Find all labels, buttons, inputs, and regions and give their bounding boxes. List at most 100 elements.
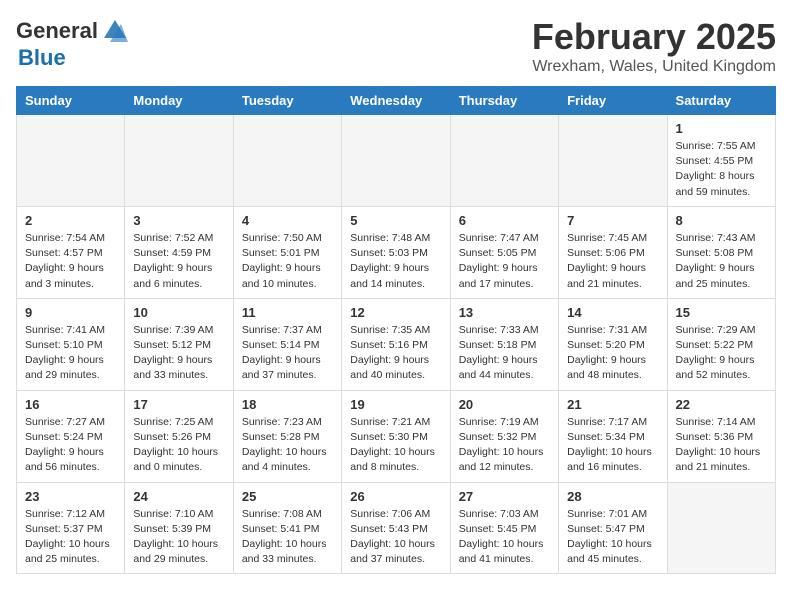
- day-info: Sunrise: 7:41 AM Sunset: 5:10 PM Dayligh…: [25, 323, 116, 384]
- day-info: Sunrise: 7:14 AM Sunset: 5:36 PM Dayligh…: [676, 415, 767, 476]
- day-number: 6: [459, 213, 550, 228]
- day-number: 7: [567, 213, 658, 228]
- day-number: 15: [676, 305, 767, 320]
- calendar-cell: 17Sunrise: 7:25 AM Sunset: 5:26 PM Dayli…: [125, 390, 233, 482]
- logo-general: General: [16, 19, 98, 43]
- calendar-week-row: 23 Sunrise: 7:12 AM Sunset: 5:37 PM Dayli…: [17, 482, 776, 574]
- day-number: 12: [350, 305, 441, 320]
- title-block: February 2025 Wrexham, Wales, United Kin…: [532, 16, 776, 76]
- calendar-week-row: 16 Sunrise: 7:27 AM Sunset: 5:24 PM Dayli…: [17, 390, 776, 482]
- calendar-cell: 23 Sunrise: 7:12 AM Sunset: 5:37 PM Dayli…: [17, 482, 125, 574]
- calendar-cell: [17, 115, 125, 207]
- calendar-cell: 27 Sunrise: 7:03 AM Sunset: 5:45 PM Dayli…: [450, 482, 558, 574]
- calendar-day-header: Friday: [559, 87, 667, 115]
- calendar-cell: 25 Sunrise: 7:08 AM Sunset: 5:41 PM Dayli…: [233, 482, 341, 574]
- calendar-cell: 7 Sunrise: 7:45 AM Sunset: 5:06 PM Daylig…: [559, 206, 667, 298]
- day-number: 21: [567, 397, 658, 412]
- day-info: Sunrise: 7:47 AM Sunset: 5:05 PM Dayligh…: [459, 231, 550, 292]
- calendar-cell: 12 Sunrise: 7:35 AM Sunset: 5:16 PM Dayli…: [342, 298, 450, 390]
- day-number: 8: [676, 213, 767, 228]
- day-number: 16: [25, 397, 116, 412]
- day-info: Sunrise: 7:55 AM Sunset: 4:55 PM Dayligh…: [676, 139, 767, 200]
- calendar-cell: 5 Sunrise: 7:48 AM Sunset: 5:03 PM Daylig…: [342, 206, 450, 298]
- day-number: 24: [133, 489, 224, 504]
- calendar-cell: 26 Sunrise: 7:06 AM Sunset: 5:43 PM Dayli…: [342, 482, 450, 574]
- calendar-cell: 28Sunrise: 7:01 AM Sunset: 5:47 PM Dayli…: [559, 482, 667, 574]
- calendar-cell: 21 Sunrise: 7:17 AM Sunset: 5:34 PM Dayli…: [559, 390, 667, 482]
- calendar-week-row: 1 Sunrise: 7:55 AM Sunset: 4:55 PM Daylig…: [17, 115, 776, 207]
- day-number: 23: [25, 489, 116, 504]
- day-info: Sunrise: 7:21 AM Sunset: 5:30 PM Dayligh…: [350, 415, 441, 476]
- day-info: Sunrise: 7:23 AM Sunset: 5:28 PM Dayligh…: [242, 415, 333, 476]
- day-info: Sunrise: 7:45 AM Sunset: 5:06 PM Dayligh…: [567, 231, 658, 292]
- calendar-cell: 15 Sunrise: 7:29 AM Sunset: 5:22 PM Dayli…: [667, 298, 775, 390]
- day-info: Sunrise: 7:27 AM Sunset: 5:24 PM Dayligh…: [25, 415, 116, 476]
- day-number: 22: [676, 397, 767, 412]
- day-info: Sunrise: 7:33 AM Sunset: 5:18 PM Dayligh…: [459, 323, 550, 384]
- calendar-week-row: 9Sunrise: 7:41 AM Sunset: 5:10 PM Daylig…: [17, 298, 776, 390]
- calendar-cell: 22 Sunrise: 7:14 AM Sunset: 5:36 PM Dayli…: [667, 390, 775, 482]
- day-info: Sunrise: 7:48 AM Sunset: 5:03 PM Dayligh…: [350, 231, 441, 292]
- day-info: Sunrise: 7:12 AM Sunset: 5:37 PM Dayligh…: [25, 507, 116, 568]
- calendar-cell: 14Sunrise: 7:31 AM Sunset: 5:20 PM Dayli…: [559, 298, 667, 390]
- month-title: February 2025: [532, 16, 776, 58]
- location: Wrexham, Wales, United Kingdom: [532, 58, 776, 76]
- calendar-cell: [559, 115, 667, 207]
- day-number: 18: [242, 397, 333, 412]
- calendar-cell: 4 Sunrise: 7:50 AM Sunset: 5:01 PM Daylig…: [233, 206, 341, 298]
- day-number: 4: [242, 213, 333, 228]
- calendar-week-row: 2Sunrise: 7:54 AM Sunset: 4:57 PM Daylig…: [17, 206, 776, 298]
- day-info: Sunrise: 7:50 AM Sunset: 5:01 PM Dayligh…: [242, 231, 333, 292]
- day-number: 20: [459, 397, 550, 412]
- calendar: SundayMondayTuesdayWednesdayThursdayFrid…: [16, 86, 776, 574]
- calendar-cell: 19 Sunrise: 7:21 AM Sunset: 5:30 PM Dayli…: [342, 390, 450, 482]
- day-number: 2: [25, 213, 116, 228]
- day-number: 10: [133, 305, 224, 320]
- calendar-day-header: Monday: [125, 87, 233, 115]
- day-number: 13: [459, 305, 550, 320]
- day-info: Sunrise: 7:19 AM Sunset: 5:32 PM Dayligh…: [459, 415, 550, 476]
- page-header: General Blue February 2025 Wrexham, Wale…: [16, 16, 776, 76]
- calendar-cell: 2Sunrise: 7:54 AM Sunset: 4:57 PM Daylig…: [17, 206, 125, 298]
- day-number: 26: [350, 489, 441, 504]
- calendar-cell: [342, 115, 450, 207]
- day-number: 19: [350, 397, 441, 412]
- calendar-cell: 8 Sunrise: 7:43 AM Sunset: 5:08 PM Daylig…: [667, 206, 775, 298]
- calendar-cell: 10 Sunrise: 7:39 AM Sunset: 5:12 PM Dayli…: [125, 298, 233, 390]
- calendar-cell: [667, 482, 775, 574]
- day-info: Sunrise: 7:08 AM Sunset: 5:41 PM Dayligh…: [242, 507, 333, 568]
- day-info: Sunrise: 7:35 AM Sunset: 5:16 PM Dayligh…: [350, 323, 441, 384]
- day-info: Sunrise: 7:39 AM Sunset: 5:12 PM Dayligh…: [133, 323, 224, 384]
- day-number: 5: [350, 213, 441, 228]
- calendar-cell: 18 Sunrise: 7:23 AM Sunset: 5:28 PM Dayli…: [233, 390, 341, 482]
- day-number: 3: [133, 213, 224, 228]
- calendar-day-header: Wednesday: [342, 87, 450, 115]
- day-number: 27: [459, 489, 550, 504]
- day-info: Sunrise: 7:43 AM Sunset: 5:08 PM Dayligh…: [676, 231, 767, 292]
- day-info: Sunrise: 7:03 AM Sunset: 5:45 PM Dayligh…: [459, 507, 550, 568]
- day-info: Sunrise: 7:29 AM Sunset: 5:22 PM Dayligh…: [676, 323, 767, 384]
- day-info: Sunrise: 7:10 AM Sunset: 5:39 PM Dayligh…: [133, 507, 224, 568]
- calendar-cell: 6 Sunrise: 7:47 AM Sunset: 5:05 PM Daylig…: [450, 206, 558, 298]
- calendar-day-header: Sunday: [17, 87, 125, 115]
- day-info: Sunrise: 7:37 AM Sunset: 5:14 PM Dayligh…: [242, 323, 333, 384]
- calendar-cell: 16 Sunrise: 7:27 AM Sunset: 5:24 PM Dayli…: [17, 390, 125, 482]
- calendar-cell: [125, 115, 233, 207]
- calendar-cell: [450, 115, 558, 207]
- day-number: 1: [676, 121, 767, 136]
- calendar-day-header: Thursday: [450, 87, 558, 115]
- logo: General Blue: [16, 16, 130, 70]
- calendar-cell: 3Sunrise: 7:52 AM Sunset: 4:59 PM Daylig…: [125, 206, 233, 298]
- logo-icon: [100, 16, 130, 46]
- calendar-cell: 1 Sunrise: 7:55 AM Sunset: 4:55 PM Daylig…: [667, 115, 775, 207]
- day-number: 11: [242, 305, 333, 320]
- day-info: Sunrise: 7:06 AM Sunset: 5:43 PM Dayligh…: [350, 507, 441, 568]
- calendar-cell: 24 Sunrise: 7:10 AM Sunset: 5:39 PM Dayli…: [125, 482, 233, 574]
- calendar-day-header: Tuesday: [233, 87, 341, 115]
- day-info: Sunrise: 7:17 AM Sunset: 5:34 PM Dayligh…: [567, 415, 658, 476]
- calendar-header-row: SundayMondayTuesdayWednesdayThursdayFrid…: [17, 87, 776, 115]
- day-info: Sunrise: 7:01 AM Sunset: 5:47 PM Dayligh…: [567, 507, 658, 568]
- day-number: 17: [133, 397, 224, 412]
- day-number: 25: [242, 489, 333, 504]
- calendar-cell: 9Sunrise: 7:41 AM Sunset: 5:10 PM Daylig…: [17, 298, 125, 390]
